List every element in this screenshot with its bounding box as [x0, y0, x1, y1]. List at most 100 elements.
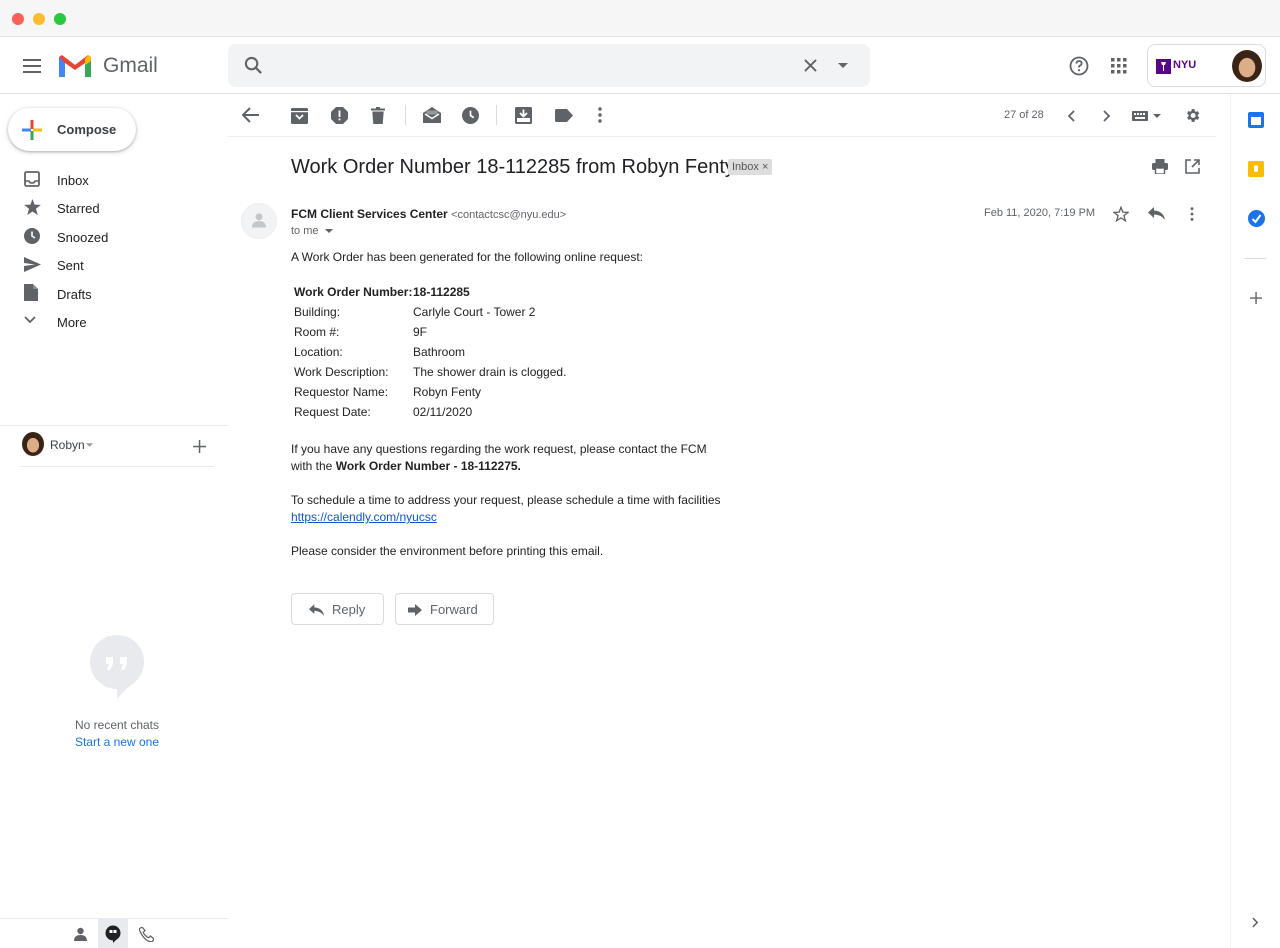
mark-unread-icon[interactable] [423, 107, 441, 125]
calendar-app-icon[interactable] [1248, 112, 1264, 128]
sidebar-item-starred[interactable]: Starred [0, 194, 228, 222]
sender-email[interactable]: <contactcsc@nyu.edu> [451, 209, 566, 221]
star-icon [24, 199, 42, 217]
remove-label-icon[interactable]: × [762, 161, 768, 173]
hangouts-tab[interactable] [98, 919, 128, 948]
main-menu-button[interactable] [20, 54, 44, 78]
phone-icon[interactable] [139, 927, 154, 942]
message-more-vert-icon[interactable] [1184, 206, 1200, 222]
email-date: Feb 11, 2020, 7:19 PM [984, 207, 1096, 219]
keep-app-icon[interactable] [1248, 161, 1264, 177]
recipient-line[interactable]: to me [291, 225, 319, 237]
archive-icon[interactable] [291, 107, 309, 125]
star-outline-icon[interactable] [1113, 206, 1129, 222]
clear-search-icon[interactable] [804, 59, 817, 72]
hamburger-menu-icon [23, 59, 41, 73]
hangouts-user-avatar[interactable] [22, 432, 44, 456]
back-arrow-icon[interactable] [242, 107, 260, 125]
gmail-logo[interactable] [57, 53, 93, 79]
help-icon[interactable] [1069, 56, 1089, 76]
contacts-icon[interactable] [74, 927, 87, 941]
reply-arrow-icon[interactable] [1148, 207, 1165, 220]
email-intro: A Work Order has been generated for the … [291, 250, 643, 264]
sidebar-item-snoozed[interactable]: Snoozed [0, 222, 228, 250]
sidebar-item-drafts[interactable]: Drafts [0, 279, 228, 307]
gmail-wordmark: Gmail [103, 54, 158, 77]
detail-value: Carlyle Court - Tower 2 [413, 305, 536, 319]
start-new-chat-link[interactable]: Start a new one [0, 735, 234, 749]
settings-gear-icon[interactable] [1184, 107, 1201, 124]
recipient-details-caret-icon[interactable] [325, 229, 333, 233]
search-input[interactable] [276, 54, 796, 76]
move-to-icon[interactable] [515, 107, 533, 125]
sidebar-item-more[interactable]: More [0, 308, 228, 336]
account-avatar[interactable] [1232, 50, 1262, 82]
schedule-line: To schedule a time to address your reque… [291, 493, 721, 507]
account-switcher[interactable]: NYU [1147, 44, 1266, 87]
minimize-window-button[interactable] [33, 13, 45, 25]
no-chats-text: No recent chats [74, 718, 160, 732]
expand-panel-chevron-icon[interactable] [1252, 917, 1259, 928]
detail-label: Room #: [294, 325, 340, 339]
pagination-count: 27 of 28 [1004, 109, 1044, 121]
compose-plus-icon [22, 120, 42, 140]
forward-button[interactable]: Forward [395, 593, 494, 625]
toolbar-separator [405, 105, 406, 125]
detail-value: The shower drain is clogged. [413, 365, 567, 379]
delete-icon[interactable] [371, 107, 389, 125]
report-spam-icon[interactable] [331, 107, 349, 125]
recipient-text: to me [291, 225, 319, 237]
print-icon[interactable] [1152, 159, 1168, 174]
rail-divider [1244, 258, 1266, 259]
older-chevron-right-icon[interactable] [1103, 110, 1111, 122]
badge-label: Inbox [732, 161, 759, 173]
org-badge-label: NYU [1173, 59, 1197, 71]
get-addons-plus-icon[interactable] [1250, 292, 1262, 304]
nyu-torch-logo-icon [1156, 59, 1171, 74]
more-vert-icon[interactable] [591, 107, 609, 125]
detail-label: Location: [294, 345, 343, 359]
clock-icon [24, 228, 42, 246]
window-titlebar [0, 0, 1280, 37]
sidebar-item-label: Starred [57, 201, 100, 216]
detail-label: Requestor Name: [294, 385, 389, 399]
sidebar-item-sent[interactable]: Sent [0, 251, 228, 279]
sender-avatar[interactable] [241, 203, 277, 239]
chevron-down-icon [24, 316, 42, 334]
snooze-clock-icon[interactable] [462, 107, 480, 125]
sidebar-item-inbox[interactable]: Inbox [0, 166, 228, 194]
hangouts-user-name[interactable]: Robyn [50, 438, 85, 452]
reply-icon [309, 604, 324, 616]
detail-value: 02/11/2020 [413, 405, 473, 419]
hangouts-icon [105, 925, 121, 943]
search-bar[interactable] [228, 44, 870, 87]
user-status-caret-icon[interactable] [86, 443, 93, 447]
newer-chevron-left-icon[interactable] [1067, 110, 1075, 122]
maximize-window-button[interactable] [54, 13, 66, 25]
reply-label: Reply [332, 602, 366, 617]
reply-button[interactable]: Reply [291, 593, 384, 625]
questions-line-2: with the Work Order Number - 18-112275. [291, 459, 521, 473]
send-icon [24, 257, 42, 275]
apps-grid-icon[interactable] [1111, 58, 1127, 74]
forward-label: Forward [430, 602, 478, 617]
open-new-window-icon[interactable] [1185, 159, 1200, 174]
label-tag-icon[interactable] [555, 107, 573, 125]
sidebar-item-label: Drafts [57, 287, 92, 302]
hangouts-divider [20, 466, 214, 467]
sidebar-item-label: More [57, 315, 87, 330]
sidebar-divider [0, 425, 228, 426]
sidebar-item-label: Snoozed [57, 230, 109, 245]
default-person-icon [252, 212, 266, 228]
hangouts-quote-icon [90, 635, 144, 699]
close-window-button[interactable] [12, 13, 24, 25]
keyboard-input-icon[interactable] [1132, 111, 1162, 121]
search-icon[interactable] [244, 56, 263, 75]
inbox-label-badge[interactable]: Inbox × [728, 159, 773, 175]
sender-name[interactable]: FCM Client Services Center [291, 207, 448, 221]
calendly-link[interactable]: https://calendly.com/nyucsc [291, 510, 437, 524]
tasks-app-icon[interactable] [1248, 210, 1265, 227]
search-options-caret-icon[interactable] [838, 63, 848, 68]
new-chat-plus-icon[interactable] [193, 440, 206, 453]
sender-line: FCM Client Services Center <contactcsc@n… [291, 207, 566, 221]
